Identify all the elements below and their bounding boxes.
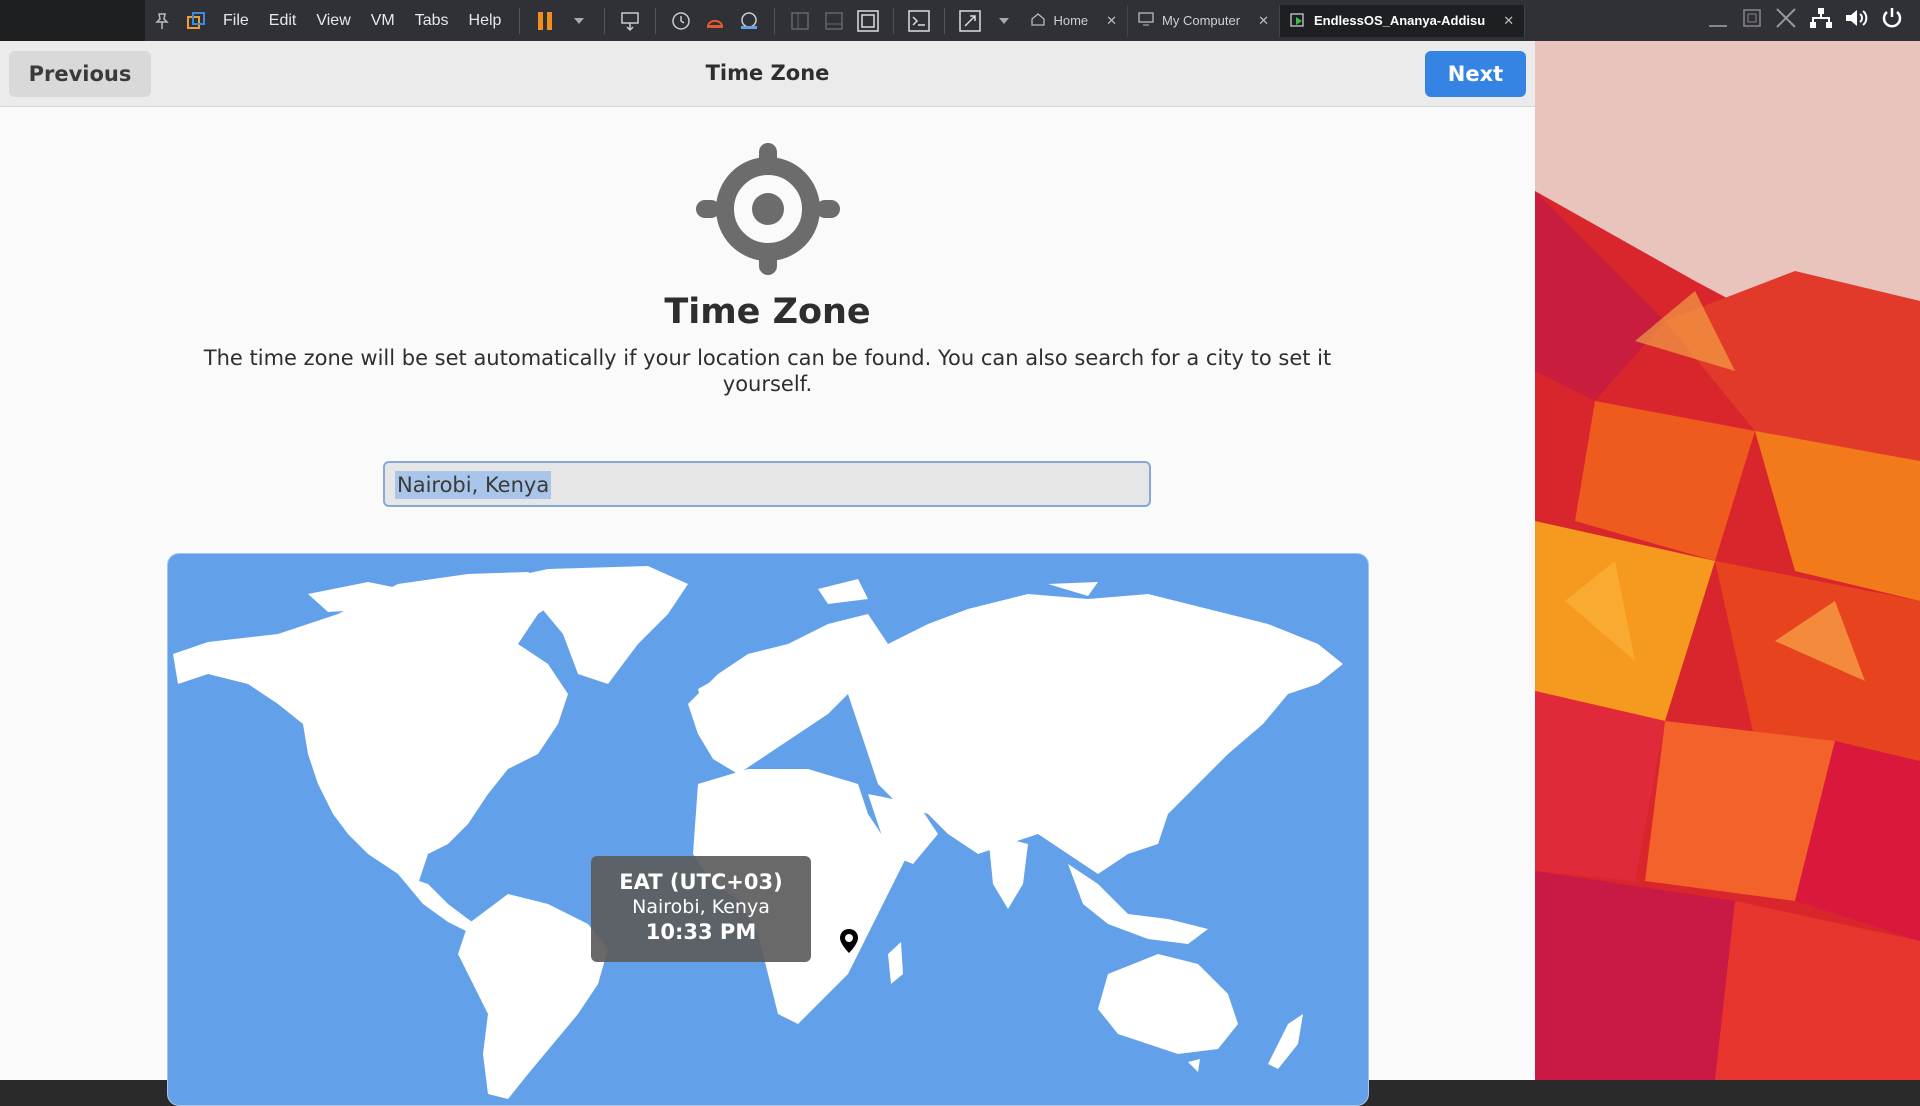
view-thumbnail-icon[interactable] [819, 6, 849, 36]
separator [944, 7, 946, 34]
separator [655, 7, 657, 34]
tab-label: My Computer [1162, 13, 1241, 28]
land-north-america [173, 572, 568, 884]
menu-vm[interactable]: VM [361, 12, 405, 30]
close-window-icon[interactable] [1774, 6, 1798, 35]
revert-snapshot-icon[interactable] [700, 6, 730, 36]
next-button[interactable]: Next [1425, 51, 1526, 97]
page-title: Time Zone [664, 292, 871, 332]
land-svalbard [818, 579, 868, 604]
desktop-wallpaper [1535, 41, 1920, 1080]
menu-view[interactable]: View [306, 12, 360, 30]
pin-icon[interactable] [147, 6, 177, 36]
city-search-input[interactable] [383, 461, 1151, 507]
land-madagascar [888, 942, 903, 984]
tooltip-city: Nairobi, Kenya [632, 896, 770, 918]
menu-edit[interactable]: Edit [259, 12, 307, 30]
timezone-tooltip: EAT (UTC+03) Nairobi, Kenya 10:33 PM [591, 856, 811, 962]
power-icon[interactable] [1880, 6, 1904, 35]
setup-window: Previous Time Zone Next Time Zone The ti… [0, 41, 1535, 1106]
separator [519, 7, 521, 34]
network-icon[interactable] [1808, 6, 1834, 35]
location-crosshair-icon [693, 143, 843, 279]
separator [893, 7, 895, 34]
world-map[interactable] [168, 554, 1369, 1106]
tooltip-timezone: EAT (UTC+03) [619, 870, 783, 894]
land-australia [1098, 954, 1238, 1054]
close-icon[interactable]: ✕ [1258, 13, 1269, 29]
tab-endlessos-vm[interactable]: EndlessOS_Ananya-Addisu ✕ [1279, 4, 1526, 37]
close-icon[interactable]: ✕ [1503, 13, 1514, 29]
land-new-zealand [1268, 1014, 1303, 1069]
page-description: The time zone will be set automatically … [203, 346, 1332, 396]
header-bar: Previous Time Zone Next [0, 41, 1535, 107]
tooltip-time: 10:33 PM [645, 920, 757, 944]
view-sidebar-icon[interactable] [785, 6, 815, 36]
tab-label: Home [1053, 13, 1089, 28]
tab-my-computer[interactable]: My Computer ✕ [1128, 4, 1280, 37]
home-icon [1031, 12, 1046, 29]
land-southeast-asia [1068, 864, 1208, 944]
timezone-map[interactable] [167, 553, 1369, 1106]
fit-guest-icon[interactable] [853, 6, 883, 36]
header-title: Time Zone [705, 61, 830, 85]
vmware-logo-icon [181, 6, 211, 36]
system-tray [1706, 6, 1920, 35]
land-india [988, 834, 1028, 909]
fullscreen-icon[interactable] [955, 6, 985, 36]
location-pin-icon[interactable] [838, 928, 860, 958]
tab-label: EndlessOS_Ananya-Addisu [1313, 13, 1486, 28]
send-keys-icon[interactable] [615, 6, 645, 36]
minimize-icon[interactable] [1706, 6, 1730, 35]
pause-icon[interactable] [530, 6, 560, 36]
separator [604, 7, 606, 34]
land-central-america [398, 874, 478, 932]
restore-icon[interactable] [1740, 6, 1764, 35]
snapshot-icon[interactable] [666, 6, 696, 36]
separator [774, 7, 776, 34]
snapshot-manager-icon[interactable] [734, 6, 764, 36]
menu-file[interactable]: File [213, 12, 259, 30]
land-south-america [458, 894, 608, 1099]
volume-icon[interactable] [1844, 6, 1870, 35]
land-new-siberia [1048, 582, 1098, 596]
toolbar-spacer [0, 0, 145, 41]
monitor-icon [1138, 12, 1154, 29]
vm-running-icon [1290, 11, 1306, 30]
tab-home[interactable]: Home ✕ [1021, 4, 1129, 37]
vm-toolbar: File Edit View VM Tabs Help Home ✕ My Co… [0, 0, 1920, 41]
land-tasmania [1188, 1059, 1200, 1072]
console-icon[interactable] [904, 6, 934, 36]
menu-help[interactable]: Help [459, 12, 512, 30]
dropdown-arrow-icon[interactable] [989, 6, 1019, 36]
dropdown-arrow-icon[interactable] [564, 6, 594, 36]
menu-tabs[interactable]: Tabs [405, 12, 459, 30]
close-icon[interactable]: ✕ [1106, 13, 1117, 29]
